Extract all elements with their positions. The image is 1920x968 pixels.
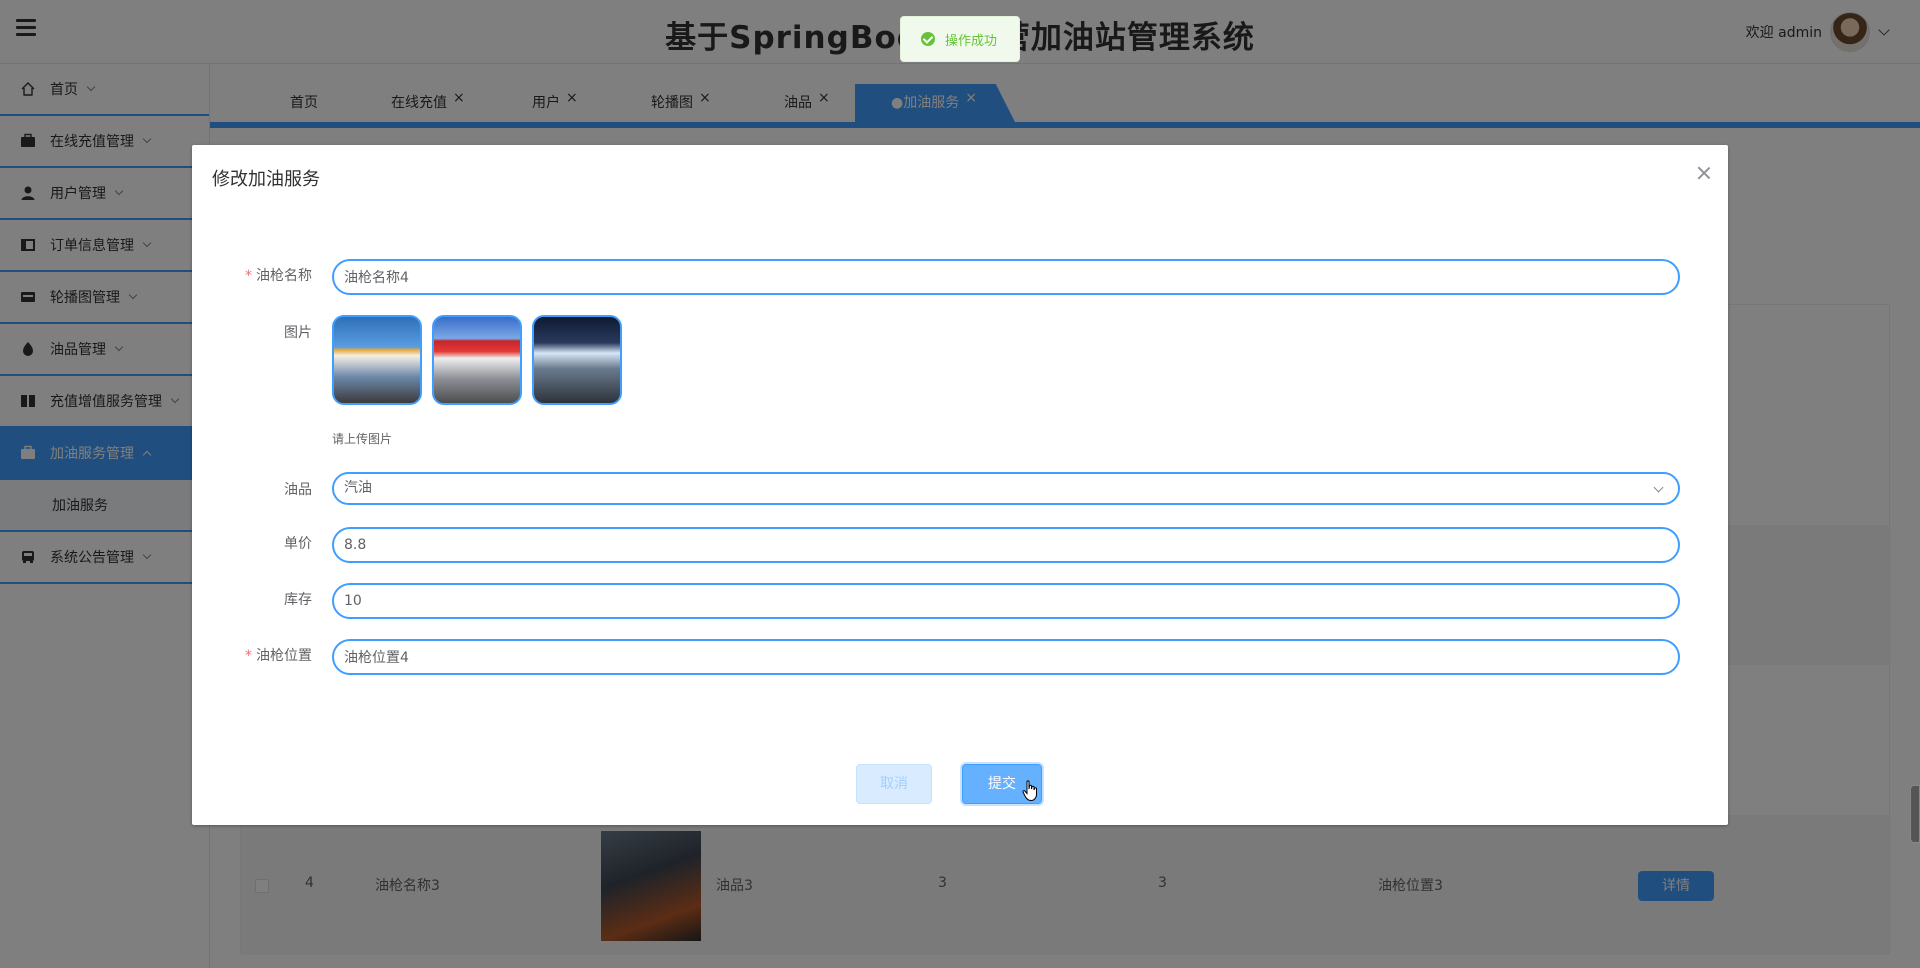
success-toast: 操作成功 — [900, 16, 1020, 62]
required-mark: * — [245, 268, 252, 284]
close-icon[interactable] — [1696, 165, 1712, 181]
oil-select[interactable]: 汽油 — [332, 472, 1680, 505]
check-circle-icon — [921, 32, 935, 46]
price-input[interactable] — [332, 527, 1680, 563]
label-text: 油枪位置 — [256, 648, 312, 664]
name-input[interactable] — [332, 259, 1680, 295]
stock-label: 库存 — [284, 592, 312, 608]
required-mark: * — [245, 648, 252, 664]
dialog-title: 修改加油服务 — [212, 169, 320, 190]
uploaded-image[interactable] — [432, 315, 522, 405]
images-label: 图片 — [284, 325, 312, 341]
oil-label: 油品 — [284, 482, 312, 498]
position-input[interactable] — [332, 639, 1680, 675]
chevron-down-icon — [1653, 482, 1664, 493]
hand-cursor-icon — [1022, 780, 1037, 802]
name-label: * 油枪名称 — [192, 265, 312, 285]
uploaded-image[interactable] — [532, 315, 622, 405]
label-text: 油枪名称 — [256, 268, 312, 284]
stock-input[interactable] — [332, 583, 1680, 619]
image-list — [332, 315, 622, 405]
side-scroll-handle[interactable] — [1910, 785, 1920, 843]
edit-dialog: 修改加油服务 *油枪名称 图片 请上传图片 油品 汽油 单价 库存 *油枪位置 … — [192, 145, 1728, 825]
oil-select-value: 汽油 — [344, 480, 372, 496]
position-label: * 油枪位置 — [192, 645, 312, 665]
uploaded-image[interactable] — [332, 315, 422, 405]
cancel-button[interactable]: 取消 — [856, 764, 932, 804]
toast-text: 操作成功 — [945, 33, 998, 49]
upload-tip: 请上传图片 — [332, 432, 393, 446]
price-label: 单价 — [284, 536, 312, 552]
